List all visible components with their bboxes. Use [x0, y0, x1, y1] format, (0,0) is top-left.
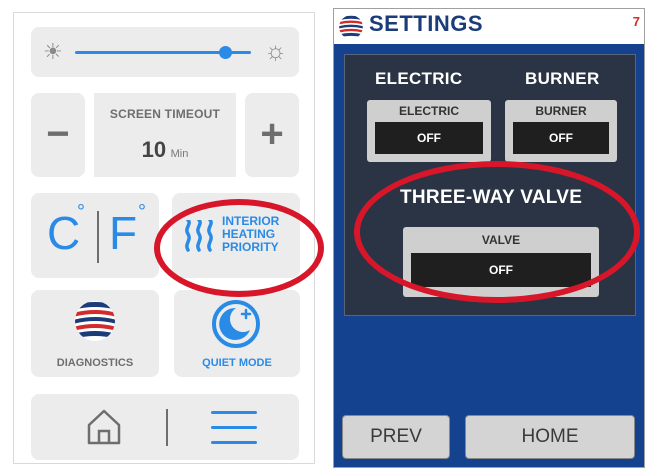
- diagnostics-button[interactable]: DIAGNOSTICS: [31, 290, 159, 377]
- burner-label: BURNER: [535, 104, 587, 118]
- hamburger-menu-icon[interactable]: [211, 409, 257, 447]
- electric-control[interactable]: ELECTRIC OFF: [367, 100, 491, 162]
- celsius-option[interactable]: C: [47, 207, 80, 259]
- timeout-label: SCREEN TIMEOUT: [109, 107, 221, 121]
- annotation-circle-valve: [354, 161, 640, 303]
- electric-value[interactable]: OFF: [375, 122, 483, 154]
- timeout-display: SCREEN TIMEOUT 10 Min: [94, 93, 236, 177]
- brightness-handle[interactable]: [218, 46, 232, 59]
- timeout-unit: Min: [170, 148, 189, 160]
- settings-header: SETTINGS 7: [334, 9, 644, 44]
- unit-separator: [97, 211, 99, 263]
- timeout-decrease-button[interactable]: −: [31, 93, 85, 177]
- timeout-increase-button[interactable]: +: [245, 93, 299, 177]
- annotation-circle-heating: [154, 199, 324, 297]
- electric-label: ELECTRIC: [399, 104, 459, 118]
- temperature-unit-toggle[interactable]: C ° F °: [31, 193, 159, 278]
- prev-button[interactable]: PREV: [342, 415, 450, 459]
- diagnostics-label: DIAGNOSTICS: [56, 357, 134, 369]
- flag-globe-icon: [75, 301, 115, 341]
- electric-caption: ELECTRIC: [375, 69, 463, 88]
- brightness-slider[interactable]: ☀ ☼: [31, 27, 299, 77]
- home-icon[interactable]: [86, 408, 122, 446]
- home-button[interactable]: HOME: [465, 415, 635, 459]
- burner-caption: BURNER: [525, 69, 600, 88]
- control-panel-left: ☀ ☼ − SCREEN TIMEOUT 10 Min + C ° F ° IN…: [13, 12, 324, 464]
- celsius-degree: °: [77, 201, 85, 223]
- timeout-value: 10 Min: [94, 137, 236, 163]
- nav-separator: [166, 409, 168, 446]
- burner-control[interactable]: BURNER OFF: [505, 100, 617, 162]
- fahrenheit-option[interactable]: F: [109, 207, 137, 259]
- burner-value[interactable]: OFF: [513, 122, 609, 154]
- sun-large-icon: ☼: [264, 37, 287, 65]
- sun-small-icon: ☀: [43, 39, 63, 64]
- comparison-screenshot: ☀ ☼ − SCREEN TIMEOUT 10 Min + C ° F ° IN…: [0, 0, 649, 469]
- page-title: SETTINGS: [369, 11, 484, 36]
- flag-globe-icon: [339, 15, 363, 39]
- screen-timeout-control: − SCREEN TIMEOUT 10 Min +: [31, 93, 299, 177]
- fahrenheit-degree: °: [138, 201, 146, 223]
- timeout-number: 10: [141, 137, 167, 162]
- bottom-navigation: [31, 394, 299, 460]
- moon-icon: [212, 300, 260, 348]
- quiet-mode-label: QUIET MODE: [202, 357, 272, 369]
- quiet-mode-button[interactable]: QUIET MODE: [174, 290, 300, 377]
- page-number-badge: 7: [632, 14, 640, 29]
- settings-screen-right: SETTINGS 7 ELECTRIC BURNER ELECTRIC OFF …: [333, 8, 645, 468]
